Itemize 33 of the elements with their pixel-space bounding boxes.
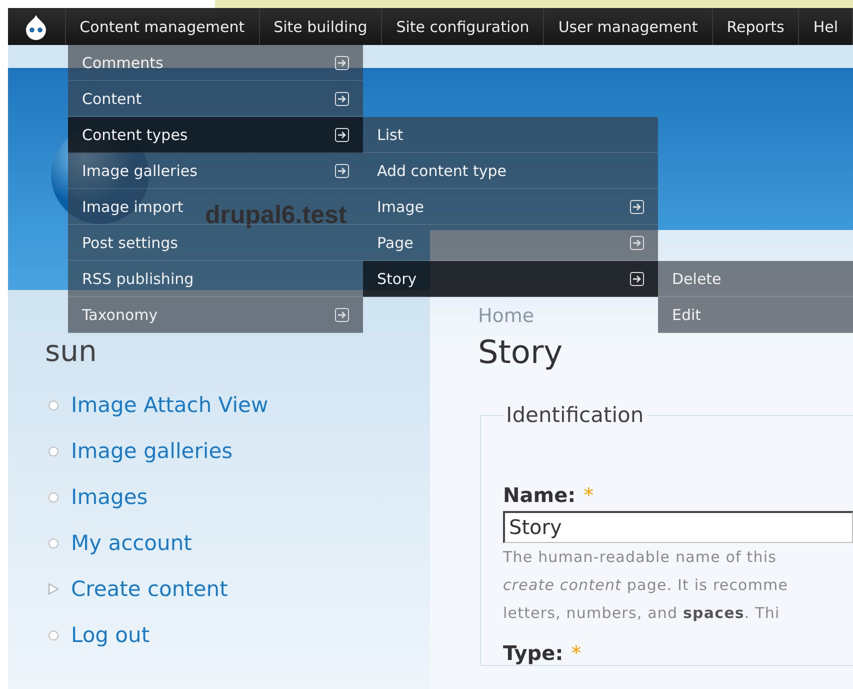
menu-item[interactable]: Content types <box>68 117 363 153</box>
sidebar-link[interactable]: Create content <box>71 577 228 601</box>
name-input-field[interactable]: Story <box>503 511 853 543</box>
menu-item[interactable]: Story <box>363 261 658 297</box>
sidebar-link[interactable]: Log out <box>71 623 150 647</box>
circle-bullet-icon <box>48 492 59 502</box>
sidebar-link[interactable]: Image Attach View <box>71 393 268 417</box>
menu-item[interactable]: Taxonomy <box>68 297 363 333</box>
sidebar-title: sun <box>45 334 97 368</box>
sidebar-link[interactable]: My account <box>71 531 192 555</box>
sidebar-link[interactable]: Image galleries <box>71 439 233 463</box>
page-title: Story <box>478 333 564 371</box>
field-label: Type: <box>503 641 564 665</box>
circle-bullet-icon <box>48 630 59 640</box>
drop-logo-icon[interactable] <box>24 14 48 40</box>
circle-bullet-icon <box>48 400 59 410</box>
menu-item[interactable]: RSS publishing <box>68 261 363 297</box>
menu-item[interactable]: List <box>363 117 658 153</box>
menu-item[interactable]: Image galleries <box>68 153 363 189</box>
triangle-bullet-icon <box>48 583 59 595</box>
menu-item[interactable]: Delete <box>658 261 853 297</box>
required-mark: * <box>571 641 582 665</box>
fieldset-legend: Identification <box>503 403 647 427</box>
menu-item[interactable]: Comments <box>68 45 363 81</box>
required-mark: * <box>584 483 594 507</box>
circle-bullet-icon <box>48 446 59 456</box>
field-label: Name: <box>503 483 576 507</box>
field-description: The human-readable name of this create content page. It is recomme letters, numbers, and spaces. Thi <box>503 547 790 624</box>
sidebar-link[interactable]: Images <box>71 485 148 509</box>
menu-item[interactable]: Image <box>363 189 658 225</box>
menu-item[interactable]: Edit <box>658 297 853 333</box>
circle-bullet-icon <box>48 538 59 548</box>
menu-item[interactable]: Add content type <box>363 153 658 189</box>
